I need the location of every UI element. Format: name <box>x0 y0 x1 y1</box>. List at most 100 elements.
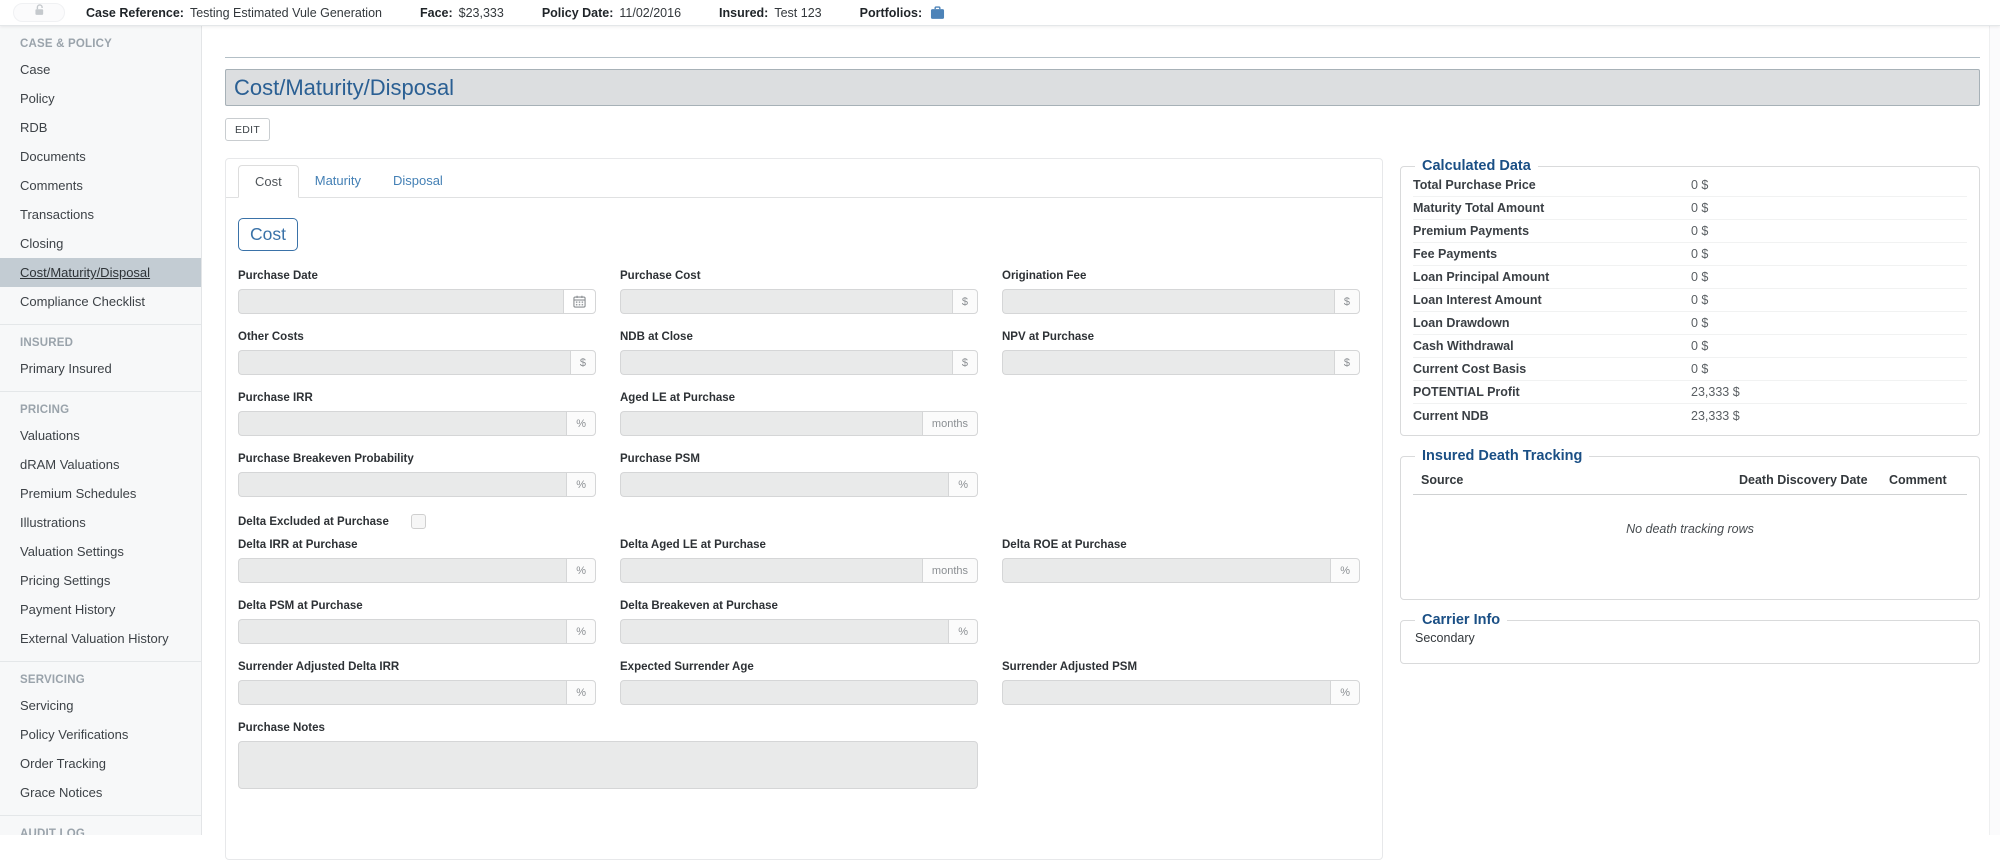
sidebar-item-policy[interactable]: Policy <box>0 84 201 113</box>
field-expected-surrender-age: Expected Surrender Age <box>620 661 978 705</box>
sidebar-nav: CASE & POLICYCasePolicyRDBDocumentsComme… <box>0 26 202 835</box>
sidebar-item-premium-schedules[interactable]: Premium Schedules <box>0 479 201 508</box>
input-group: months <box>620 558 978 583</box>
sidebar-item-illustrations[interactable]: Illustrations <box>0 508 201 537</box>
sidebar-item-valuations[interactable]: Valuations <box>0 421 201 450</box>
input-group: % <box>1002 680 1360 705</box>
field-label: Delta Breakeven at Purchase <box>620 600 978 612</box>
sidebar-item-servicing[interactable]: Servicing <box>0 691 201 720</box>
calc-value: 0 $ <box>1691 270 1708 284</box>
sidebar-item-primary-insured[interactable]: Primary Insured <box>0 354 201 383</box>
carrier-info-value: Secondary <box>1413 628 1967 655</box>
header-field-label: Insured: <box>719 6 768 20</box>
field-aged-le-at-purchase: Aged LE at Purchasemonths <box>620 392 978 436</box>
sidebar-item-rdb[interactable]: RDB <box>0 113 201 142</box>
header-field-label: Case Reference: <box>86 6 184 20</box>
purchase-cost-input[interactable] <box>620 289 952 314</box>
purchase-breakeven-probability-input[interactable] <box>238 472 566 497</box>
main-content: Cost/Maturity/Disposal EDIT CostMaturity… <box>225 57 1980 860</box>
percent-addon: % <box>566 619 596 644</box>
death-tracking-col-comment: Comment <box>1889 473 1959 487</box>
surrender-adjusted-psm-input[interactable] <box>1002 680 1330 705</box>
field-purchase-breakeven-probability: Purchase Breakeven Probability% <box>238 453 596 497</box>
purchase-irr-input[interactable] <box>238 411 566 436</box>
sidebar-item-dram-valuations[interactable]: dRAM Valuations <box>0 450 201 479</box>
header-field-value: Testing Estimated Vule Generation <box>190 6 382 20</box>
calc-label: Current NDB <box>1413 409 1691 423</box>
sidebar-item-valuation-settings[interactable]: Valuation Settings <box>0 537 201 566</box>
header-field-case-reference: Case Reference: Testing Estimated Vule Ge… <box>86 6 382 20</box>
scrollbar-track[interactable] <box>1989 26 2000 835</box>
field-label: Purchase Cost <box>620 270 978 282</box>
delta-psm-at-purchase-input[interactable] <box>238 619 566 644</box>
sidebar-item-pricing-settings[interactable]: Pricing Settings <box>0 566 201 595</box>
field-label: Purchase Date <box>238 270 596 282</box>
surrender-adjusted-delta-irr-input[interactable] <box>238 680 566 705</box>
sidebar-item-case[interactable]: Case <box>0 55 201 84</box>
sidebar-item-documents[interactable]: Documents <box>0 142 201 171</box>
tab-maturity[interactable]: Maturity <box>299 165 377 197</box>
purchase-notes-textarea[interactable] <box>238 741 978 789</box>
field-label: Aged LE at Purchase <box>620 392 978 404</box>
purchase-date-input[interactable] <box>238 289 563 314</box>
calc-label: Current Cost Basis <box>1413 362 1691 376</box>
calc-label: Maturity Total Amount <box>1413 201 1691 215</box>
tab-cost[interactable]: Cost <box>238 165 299 198</box>
delta-irr-at-purchase-input[interactable] <box>238 558 566 583</box>
sidebar-item-closing[interactable]: Closing <box>0 229 201 258</box>
other-costs-input[interactable] <box>238 350 570 375</box>
form-row: Purchase DatePurchase Cost$Origination F… <box>238 270 1370 314</box>
sidebar-item-external-valuation-history[interactable]: External Valuation History <box>0 624 201 653</box>
field-delta-psm-at-purchase: Delta PSM at Purchase% <box>238 600 596 644</box>
delta-breakeven-at-purchase-input[interactable] <box>620 619 948 644</box>
npv-at-purchase-input[interactable] <box>1002 350 1334 375</box>
checkbox-row-delta-excluded-at-purchase: Delta Excluded at Purchase <box>238 514 1370 529</box>
sidebar-item-comments[interactable]: Comments <box>0 171 201 200</box>
calc-row-fee-payments: Fee Payments0 $ <box>1413 243 1967 266</box>
lock-button[interactable] <box>13 3 65 22</box>
delta-excluded-at-purchase-checkbox[interactable] <box>411 514 426 529</box>
field-origination-fee: Origination Fee$ <box>1002 270 1360 314</box>
months-addon: months <box>922 558 978 583</box>
percent-addon: % <box>566 411 596 436</box>
calc-row-cash-withdrawal: Cash Withdrawal0 $ <box>1413 335 1967 358</box>
sidebar-item-compliance-checklist[interactable]: Compliance Checklist <box>0 287 201 316</box>
calc-value: 0 $ <box>1691 247 1708 261</box>
sidebar-item-grace-notices[interactable]: Grace Notices <box>0 778 201 807</box>
percent-addon: % <box>948 472 978 497</box>
sidebar-item-order-tracking[interactable]: Order Tracking <box>0 749 201 778</box>
ndb-at-close-input[interactable] <box>620 350 952 375</box>
calc-label: Loan Principal Amount <box>1413 270 1691 284</box>
delta-roe-at-purchase-input[interactable] <box>1002 558 1330 583</box>
calc-value: 0 $ <box>1691 293 1708 307</box>
input-group: % <box>238 411 596 436</box>
purchase-psm-input[interactable] <box>620 472 948 497</box>
input-group: $ <box>238 350 596 375</box>
field-delta-irr-at-purchase: Delta IRR at Purchase% <box>238 539 596 583</box>
aged-le-at-purchase-input[interactable] <box>620 411 922 436</box>
percent-addon: % <box>566 472 596 497</box>
sidebar-item-transactions[interactable]: Transactions <box>0 200 201 229</box>
edit-button[interactable]: EDIT <box>225 118 270 141</box>
calc-row-premium-payments: Premium Payments0 $ <box>1413 220 1967 243</box>
sidebar-item-policy-verifications[interactable]: Policy Verifications <box>0 720 201 749</box>
briefcase-icon[interactable] <box>930 6 945 20</box>
death-tracking-empty-state: No death tracking rows <box>1413 522 1967 536</box>
field-label: Origination Fee <box>1002 270 1360 282</box>
calculated-data-legend: Calculated Data <box>1415 158 1538 174</box>
calc-row-loan-interest-amount: Loan Interest Amount0 $ <box>1413 289 1967 312</box>
calc-label: POTENTIAL Profit <box>1413 385 1691 399</box>
input-group <box>238 289 596 314</box>
origination-fee-input[interactable] <box>1002 289 1334 314</box>
input-group: $ <box>620 350 978 375</box>
calc-value: 0 $ <box>1691 201 1708 215</box>
sidebar-item-payment-history[interactable]: Payment History <box>0 595 201 624</box>
delta-aged-le-at-purchase-input[interactable] <box>620 558 922 583</box>
cost-section-badge: Cost <box>238 218 298 251</box>
expected-surrender-age-input[interactable] <box>620 680 978 705</box>
calc-label: Fee Payments <box>1413 247 1691 261</box>
tab-disposal[interactable]: Disposal <box>377 165 459 197</box>
calc-value: 0 $ <box>1691 178 1708 192</box>
sidebar-item-cost-maturity-disposal[interactable]: Cost/Maturity/Disposal <box>0 258 201 287</box>
calendar-icon[interactable] <box>563 289 596 314</box>
